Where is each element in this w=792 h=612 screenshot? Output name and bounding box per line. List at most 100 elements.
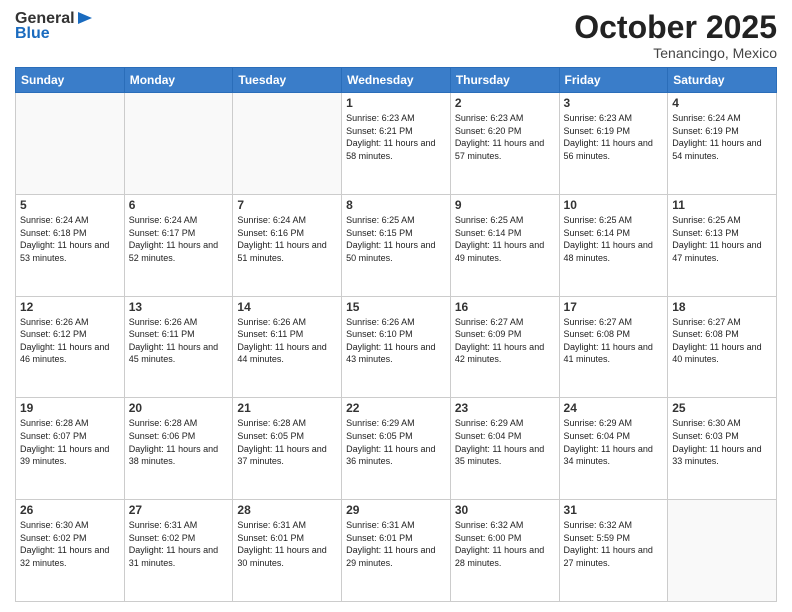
day-number: 3: [564, 96, 664, 110]
table-row: 25 Sunrise: 6:30 AM Sunset: 6:03 PM Dayli…: [668, 398, 777, 500]
table-row: 1Sunrise: 6:23 AM Sunset: 6:21 PM Daylig…: [342, 93, 451, 195]
day-number: 23: [455, 401, 555, 415]
table-row: 18Sunrise: 6:27 AM Sunset: 6:08 PM Dayli…: [668, 296, 777, 398]
col-thursday: Thursday: [450, 68, 559, 93]
day-info: Sunrise: 6:30 AM Sunset: 6:03 PM Dayligh…: [672, 417, 772, 467]
table-row: 27 Sunrise: 6:31 AM Sunset: 6:02 PM Dayli…: [124, 500, 233, 602]
day-number: 7: [237, 198, 337, 212]
location: Tenancingo, Mexico: [574, 45, 777, 61]
table-row: 21 Sunrise: 6:28 AM Sunset: 6:05 PM Dayli…: [233, 398, 342, 500]
day-number: 15: [346, 300, 446, 314]
day-info: Sunrise: 6:28 AM Sunset: 6:07 PM Dayligh…: [20, 417, 120, 467]
table-row: 22 Sunrise: 6:29 AM Sunset: 6:05 PM Dayli…: [342, 398, 451, 500]
day-info: Sunrise: 6:30 AM Sunset: 6:02 PM Dayligh…: [20, 519, 120, 569]
table-row: 24 Sunrise: 6:29 AM Sunset: 6:04 PM Dayli…: [559, 398, 668, 500]
day-number: 22: [346, 401, 446, 415]
day-info: Sunrise: 6:26 AM Sunset: 6:11 PM Dayligh…: [129, 316, 229, 366]
table-row: 17 Sunrise: 6:27 AM Sunset: 6:08 PM Dayli…: [559, 296, 668, 398]
table-row: [668, 500, 777, 602]
day-info: Sunrise: 6:27 AM Sunset: 6:09 PM Dayligh…: [455, 316, 555, 366]
col-wednesday: Wednesday: [342, 68, 451, 93]
col-sunday: Sunday: [16, 68, 125, 93]
day-info: Sunrise: 6:28 AM Sunset: 6:06 PM Dayligh…: [129, 417, 229, 467]
day-number: 28: [237, 503, 337, 517]
day-number: 14: [237, 300, 337, 314]
day-number: 10: [564, 198, 664, 212]
day-info: Sunrise: 6:25 AM Sunset: 6:14 PM Dayligh…: [455, 214, 555, 264]
day-number: 8: [346, 198, 446, 212]
day-number: 21: [237, 401, 337, 415]
day-info: Sunrise: 6:29 AM Sunset: 6:05 PM Dayligh…: [346, 417, 446, 467]
day-info: Sunrise: 6:23 AM Sunset: 6:19 PM Dayligh…: [564, 112, 664, 162]
table-row: [233, 93, 342, 195]
day-number: 20: [129, 401, 229, 415]
header: General Blue October 2025 Tenancingo, Me…: [15, 10, 777, 61]
day-info: Sunrise: 6:31 AM Sunset: 6:02 PM Dayligh…: [129, 519, 229, 569]
day-number: 24: [564, 401, 664, 415]
calendar-week-row: 26 Sunrise: 6:30 AM Sunset: 6:02 PM Dayli…: [16, 500, 777, 602]
table-row: 11Sunrise: 6:25 AM Sunset: 6:13 PM Dayli…: [668, 194, 777, 296]
day-info: Sunrise: 6:26 AM Sunset: 6:12 PM Dayligh…: [20, 316, 120, 366]
day-number: 27: [129, 503, 229, 517]
col-friday: Friday: [559, 68, 668, 93]
day-info: Sunrise: 6:25 AM Sunset: 6:14 PM Dayligh…: [564, 214, 664, 264]
calendar-week-row: 12 Sunrise: 6:26 AM Sunset: 6:12 PM Dayli…: [16, 296, 777, 398]
table-row: [16, 93, 125, 195]
day-info: Sunrise: 6:29 AM Sunset: 6:04 PM Dayligh…: [564, 417, 664, 467]
day-info: Sunrise: 6:32 AM Sunset: 6:00 PM Dayligh…: [455, 519, 555, 569]
table-row: 23 Sunrise: 6:29 AM Sunset: 6:04 PM Dayli…: [450, 398, 559, 500]
day-info: Sunrise: 6:32 AM Sunset: 5:59 PM Dayligh…: [564, 519, 664, 569]
day-number: 9: [455, 198, 555, 212]
day-number: 17: [564, 300, 664, 314]
day-number: 2: [455, 96, 555, 110]
logo: General Blue: [15, 10, 94, 43]
table-row: 7 Sunrise: 6:24 AM Sunset: 6:16 PM Daylig…: [233, 194, 342, 296]
day-number: 6: [129, 198, 229, 212]
day-number: 29: [346, 503, 446, 517]
day-info: Sunrise: 6:24 AM Sunset: 6:19 PM Dayligh…: [672, 112, 772, 162]
table-row: 2 Sunrise: 6:23 AM Sunset: 6:20 PM Daylig…: [450, 93, 559, 195]
day-number: 12: [20, 300, 120, 314]
table-row: 10 Sunrise: 6:25 AM Sunset: 6:14 PM Dayli…: [559, 194, 668, 296]
day-number: 30: [455, 503, 555, 517]
day-info: Sunrise: 6:26 AM Sunset: 6:10 PM Dayligh…: [346, 316, 446, 366]
day-number: 5: [20, 198, 120, 212]
day-number: 19: [20, 401, 120, 415]
day-info: Sunrise: 6:28 AM Sunset: 6:05 PM Dayligh…: [237, 417, 337, 467]
day-number: 16: [455, 300, 555, 314]
day-number: 25: [672, 401, 772, 415]
day-number: 1: [346, 96, 446, 110]
table-row: 28 Sunrise: 6:31 AM Sunset: 6:01 PM Dayli…: [233, 500, 342, 602]
table-row: 4Sunrise: 6:24 AM Sunset: 6:19 PM Daylig…: [668, 93, 777, 195]
day-info: Sunrise: 6:27 AM Sunset: 6:08 PM Dayligh…: [672, 316, 772, 366]
day-number: 11: [672, 198, 772, 212]
table-row: 9 Sunrise: 6:25 AM Sunset: 6:14 PM Daylig…: [450, 194, 559, 296]
table-row: 31 Sunrise: 6:32 AM Sunset: 5:59 PM Dayli…: [559, 500, 668, 602]
page: General Blue October 2025 Tenancingo, Me…: [0, 0, 792, 612]
day-info: Sunrise: 6:31 AM Sunset: 6:01 PM Dayligh…: [237, 519, 337, 569]
month-title: October 2025: [574, 10, 777, 45]
day-info: Sunrise: 6:23 AM Sunset: 6:20 PM Dayligh…: [455, 112, 555, 162]
table-row: 16 Sunrise: 6:27 AM Sunset: 6:09 PM Dayli…: [450, 296, 559, 398]
table-row: 13 Sunrise: 6:26 AM Sunset: 6:11 PM Dayli…: [124, 296, 233, 398]
table-row: [124, 93, 233, 195]
day-number: 26: [20, 503, 120, 517]
col-saturday: Saturday: [668, 68, 777, 93]
day-info: Sunrise: 6:31 AM Sunset: 6:01 PM Dayligh…: [346, 519, 446, 569]
table-row: 8Sunrise: 6:25 AM Sunset: 6:15 PM Daylig…: [342, 194, 451, 296]
title-block: October 2025 Tenancingo, Mexico: [574, 10, 777, 61]
col-tuesday: Tuesday: [233, 68, 342, 93]
day-number: 31: [564, 503, 664, 517]
day-info: Sunrise: 6:24 AM Sunset: 6:18 PM Dayligh…: [20, 214, 120, 264]
table-row: 14 Sunrise: 6:26 AM Sunset: 6:11 PM Dayli…: [233, 296, 342, 398]
day-info: Sunrise: 6:27 AM Sunset: 6:08 PM Dayligh…: [564, 316, 664, 366]
calendar-week-row: 19 Sunrise: 6:28 AM Sunset: 6:07 PM Dayli…: [16, 398, 777, 500]
day-info: Sunrise: 6:24 AM Sunset: 6:17 PM Dayligh…: [129, 214, 229, 264]
day-info: Sunrise: 6:26 AM Sunset: 6:11 PM Dayligh…: [237, 316, 337, 366]
day-info: Sunrise: 6:24 AM Sunset: 6:16 PM Dayligh…: [237, 214, 337, 264]
day-number: 13: [129, 300, 229, 314]
table-row: 6 Sunrise: 6:24 AM Sunset: 6:17 PM Daylig…: [124, 194, 233, 296]
table-row: 30 Sunrise: 6:32 AM Sunset: 6:00 PM Dayli…: [450, 500, 559, 602]
day-info: Sunrise: 6:29 AM Sunset: 6:04 PM Dayligh…: [455, 417, 555, 467]
table-row: 12 Sunrise: 6:26 AM Sunset: 6:12 PM Dayli…: [16, 296, 125, 398]
